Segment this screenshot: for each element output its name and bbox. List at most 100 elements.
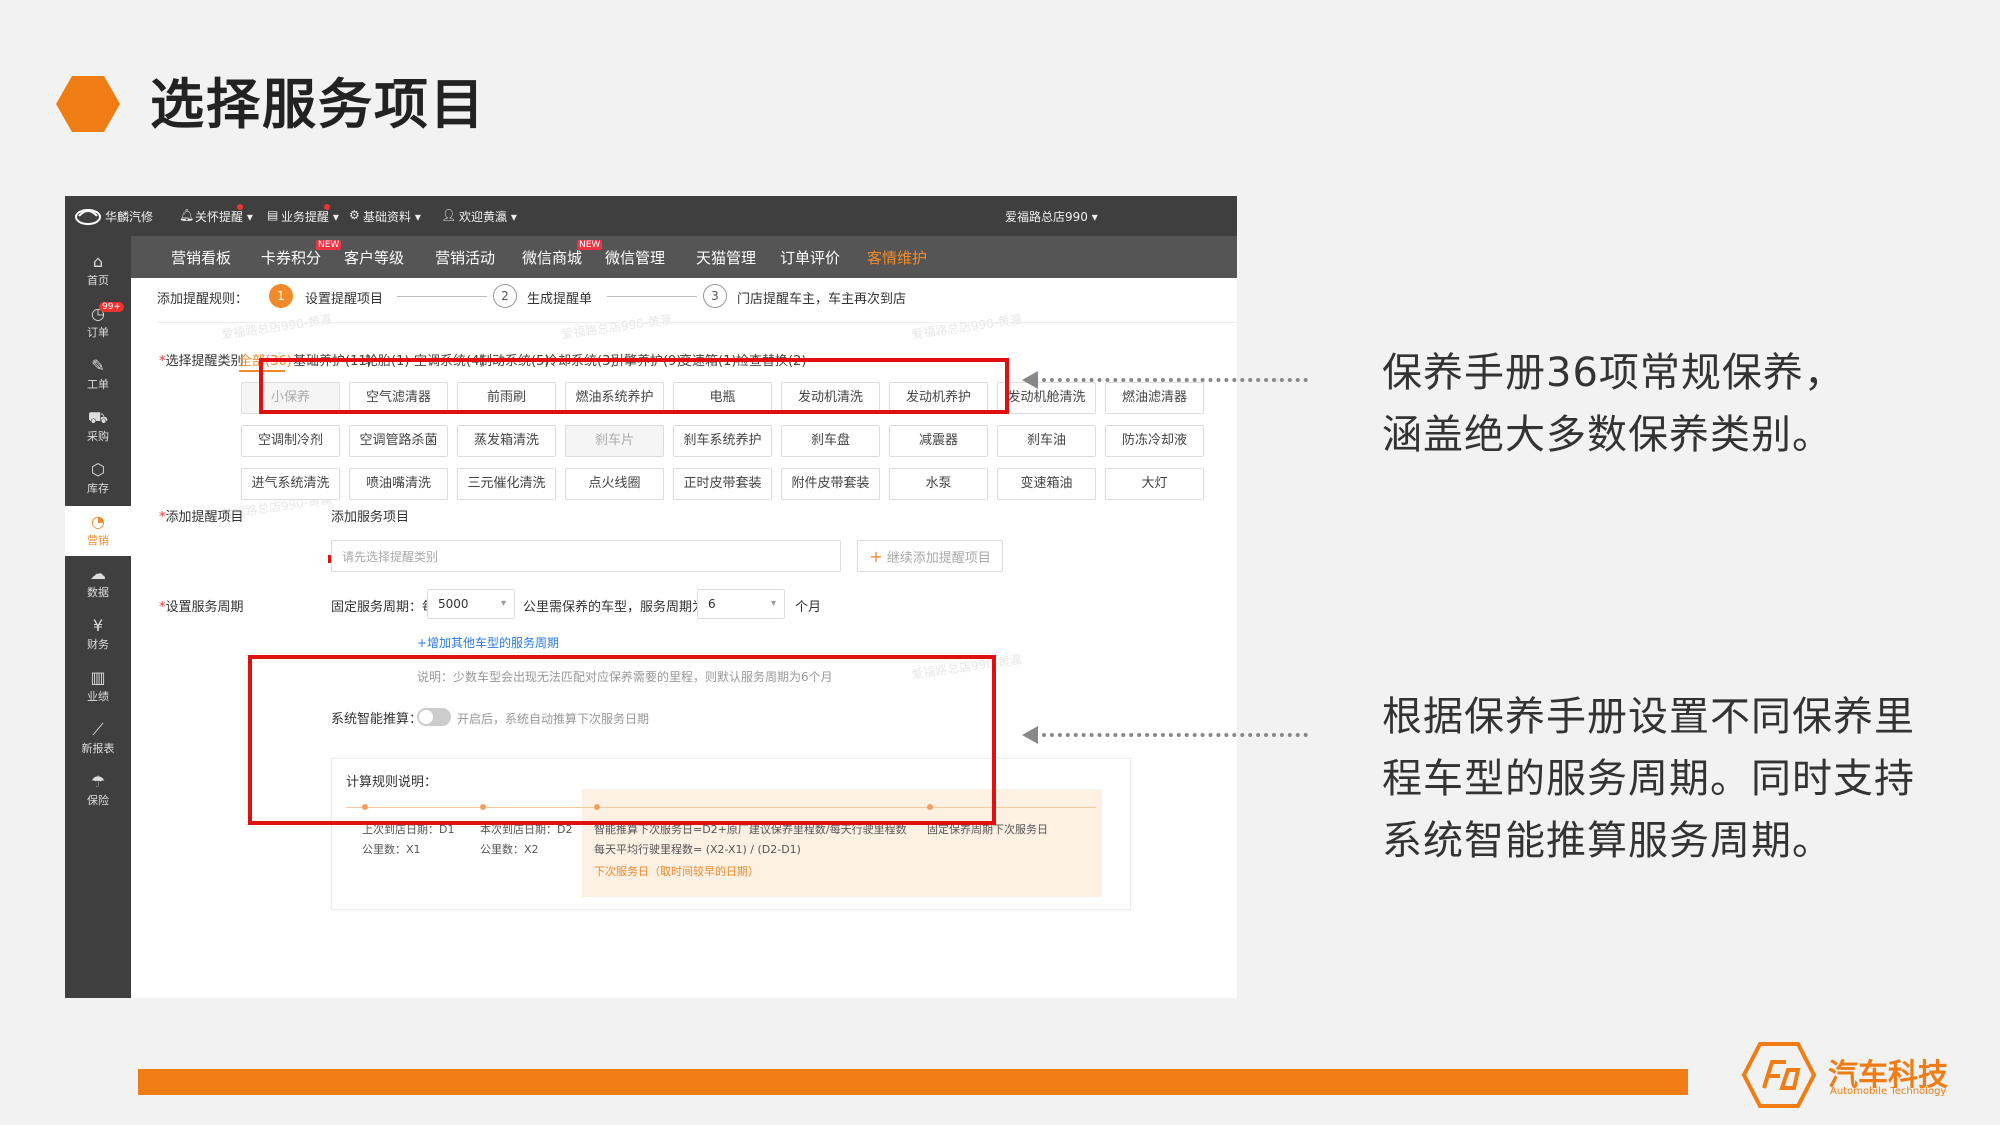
cloud-icon: ☁ bbox=[90, 564, 106, 583]
top-bar: 华麟汽修 🔔︎ 关怀提醒 ▾ ▤ 业务提醒 ▾ ⚙ 基础资料 ▾ 👤︎ 欢迎黄瀛… bbox=[65, 196, 1237, 236]
topbar-item-business[interactable]: 业务提醒 ▾ bbox=[281, 208, 339, 225]
period-label: *设置服务周期 bbox=[159, 600, 244, 615]
company-logo-icon bbox=[1742, 1042, 1816, 1108]
dotted-line bbox=[1042, 378, 1308, 382]
topbar-item-basic-data[interactable]: 基础资料 ▾ bbox=[363, 208, 421, 225]
user-icon[interactable]: 👤︎ bbox=[441, 208, 456, 222]
calc-formula-2: 每天平均行驶里程数= (X2-X1) / (D2-D1) bbox=[594, 843, 801, 856]
service-chip[interactable]: 刹车油 bbox=[997, 425, 1096, 457]
step-3-label: 门店提醒车主，车主再次到店 bbox=[737, 292, 907, 307]
sidebar-item-7[interactable]: ☁ 数据 bbox=[65, 558, 131, 608]
highlight-box-period bbox=[248, 655, 996, 825]
umbrella-icon: ☂ bbox=[90, 772, 106, 791]
annotation-1-line-1: 保养手册36项常规保养， bbox=[1382, 350, 1845, 396]
watermark: 爱福路总店990-黄瀛 bbox=[220, 312, 333, 342]
steps-label: 添加提醒规则： bbox=[157, 292, 249, 307]
brand-name: 华麟汽修 bbox=[105, 210, 154, 224]
step-3-dot: 3 bbox=[703, 284, 727, 308]
topbar-item-care[interactable]: 关怀提醒 ▾ bbox=[195, 208, 253, 225]
sidebar-item-1[interactable]: ⌂ 首页 bbox=[65, 246, 131, 296]
arrow-left-icon bbox=[1022, 371, 1038, 389]
topbar-item-welcome[interactable]: 欢迎黄瀛 ▾ bbox=[459, 208, 517, 225]
nav-item-coupons[interactable]: 卡券积分 bbox=[261, 247, 321, 268]
add-vehicle-period-link[interactable]: +增加其他车型的服务周期 bbox=[417, 634, 559, 651]
add-item-heading: 添加服务项目 bbox=[331, 510, 410, 525]
service-chip[interactable]: 附件皮带套装 bbox=[781, 468, 880, 500]
new-badge: NEW bbox=[577, 240, 603, 250]
service-chip[interactable]: 大灯 bbox=[1105, 468, 1204, 500]
calc-next-date: 下次服务日（取时间较早的日期） bbox=[594, 865, 759, 878]
sidebar-item-2[interactable]: ◷ 订单 99+ bbox=[65, 298, 131, 348]
annotation-2-line-1: 根据保养手册设置不同保养里 bbox=[1382, 694, 1915, 740]
arrow-left-icon bbox=[1022, 726, 1038, 744]
service-chip[interactable]: 刹车盘 bbox=[781, 425, 880, 457]
service-chip[interactable]: 点火线圈 bbox=[565, 468, 664, 500]
sidebar-item-9[interactable]: ▥ 业绩 bbox=[65, 662, 131, 712]
service-chip[interactable]: 水泵 bbox=[889, 468, 988, 500]
service-item-input[interactable]: 请先选择提醒类别 bbox=[331, 540, 841, 572]
sidebar-item-6[interactable]: ◔ 营销 bbox=[65, 506, 131, 556]
nav-item-customer-level[interactable]: 客户等级 bbox=[344, 247, 404, 268]
page-title: 选择服务项目 bbox=[150, 73, 486, 136]
service-chip[interactable]: 防冻冷却液 bbox=[1105, 425, 1204, 457]
gear-icon[interactable]: ⚙ bbox=[349, 208, 360, 222]
service-chip[interactable]: 燃油滤清器 bbox=[1105, 382, 1204, 414]
sidebar-item-label: 首页 bbox=[87, 274, 109, 287]
sidebar-item-8[interactable]: ¥ 财务 bbox=[65, 610, 131, 660]
annotation-2: 根据保养手册设置不同保养里 程车型的服务周期。同时支持 系统智能推算服务周期。 bbox=[1382, 686, 1962, 872]
nav-item-customer-care[interactable]: 客情维护 bbox=[867, 247, 927, 268]
sidebar-item-label: 财务 bbox=[87, 638, 109, 651]
bottom-accent-bar bbox=[138, 1069, 1688, 1095]
sidebar-item-label: 新报表 bbox=[81, 742, 115, 755]
document-icon[interactable]: ▤ bbox=[267, 208, 278, 222]
service-chip[interactable]: 蒸发箱清洗 bbox=[457, 425, 556, 457]
step-2-label: 生成提醒单 bbox=[527, 292, 593, 307]
cart-icon: ⛟ bbox=[87, 408, 109, 427]
step-connector bbox=[607, 296, 697, 297]
service-chip[interactable]: 正时皮带套装 bbox=[673, 468, 772, 500]
main-nav: 营销看板 卡券积分 NEW 客户等级 营销活动 微信商城 NEW 微信管理 天猫… bbox=[131, 236, 1237, 278]
sidebar-item-3[interactable]: ✎ 工单 bbox=[65, 350, 131, 400]
line-chart-icon: ⟋ bbox=[92, 720, 104, 739]
calc-x1: 公里数：X1 bbox=[362, 843, 421, 856]
order-count-badge: 99+ bbox=[99, 302, 124, 312]
annotation-2-line-3: 系统智能推算服务周期。 bbox=[1382, 818, 1833, 864]
service-chip[interactable]: 喷油嘴清洗 bbox=[349, 468, 448, 500]
store-selector[interactable]: 爱福路总店990 ▾ bbox=[1005, 208, 1098, 225]
sidebar-item-10[interactable]: ⟋ 新报表 bbox=[65, 714, 131, 764]
wrench-icon: ✎ bbox=[91, 356, 105, 375]
bell-icon[interactable]: 🔔︎ bbox=[179, 208, 194, 222]
annotation-2-line-2: 程车型的服务周期。同时支持 bbox=[1382, 756, 1915, 802]
service-chip[interactable]: 三元催化清洗 bbox=[457, 468, 556, 500]
annotation-1-line-2: 涵盖绝大多数保养类别。 bbox=[1382, 412, 1833, 458]
nav-item-campaigns[interactable]: 营销活动 bbox=[435, 247, 495, 268]
service-chip[interactable]: 进气系统清洗 bbox=[241, 468, 340, 500]
service-chip[interactable]: 空调管路杀菌 bbox=[349, 425, 448, 457]
sidebar-item-label: 工单 bbox=[87, 378, 109, 391]
divider bbox=[157, 322, 1237, 323]
add-more-button[interactable]: + 继续添加提醒项目 bbox=[857, 540, 1003, 572]
dotted-line bbox=[1042, 733, 1308, 737]
nav-item-wechat-manage[interactable]: 微信管理 bbox=[605, 247, 665, 268]
km-select[interactable]: 5000 ▾ bbox=[427, 589, 515, 619]
nav-item-order-review[interactable]: 订单评价 bbox=[780, 247, 840, 268]
nav-item-tmall[interactable]: 天猫管理 bbox=[696, 247, 756, 268]
service-chip[interactable]: 发动机舱清洗 bbox=[997, 382, 1096, 414]
sidebar-item-4[interactable]: ⛟ 采购 bbox=[65, 402, 131, 452]
nav-item-marketing-board[interactable]: 营销看板 bbox=[171, 247, 231, 268]
sidebar-item-label: 采购 bbox=[87, 430, 109, 443]
service-chip[interactable]: 刹车片 bbox=[565, 425, 664, 457]
service-chip[interactable]: 变速箱油 bbox=[997, 468, 1096, 500]
service-chip[interactable]: 减震器 bbox=[889, 425, 988, 457]
pie-icon: ◔ bbox=[91, 512, 105, 531]
service-chip[interactable]: 空调制冷剂 bbox=[241, 425, 340, 457]
watermark: 爱福路总店990-黄瀛 bbox=[910, 312, 1023, 342]
bar-chart-icon: ▥ bbox=[90, 668, 106, 687]
logo-subtext: Automobile Technology bbox=[1830, 1086, 1947, 1097]
sidebar-item-5[interactable]: ⬡ 库存 bbox=[65, 454, 131, 504]
sidebar-item-label: 营销 bbox=[87, 534, 109, 547]
sidebar-item-11[interactable]: ☂ 保险 bbox=[65, 766, 131, 816]
nav-item-wechat-mall[interactable]: 微信商城 bbox=[522, 247, 582, 268]
month-select[interactable]: 6 ▾ bbox=[697, 589, 785, 619]
service-chip[interactable]: 刹车系统养护 bbox=[673, 425, 772, 457]
